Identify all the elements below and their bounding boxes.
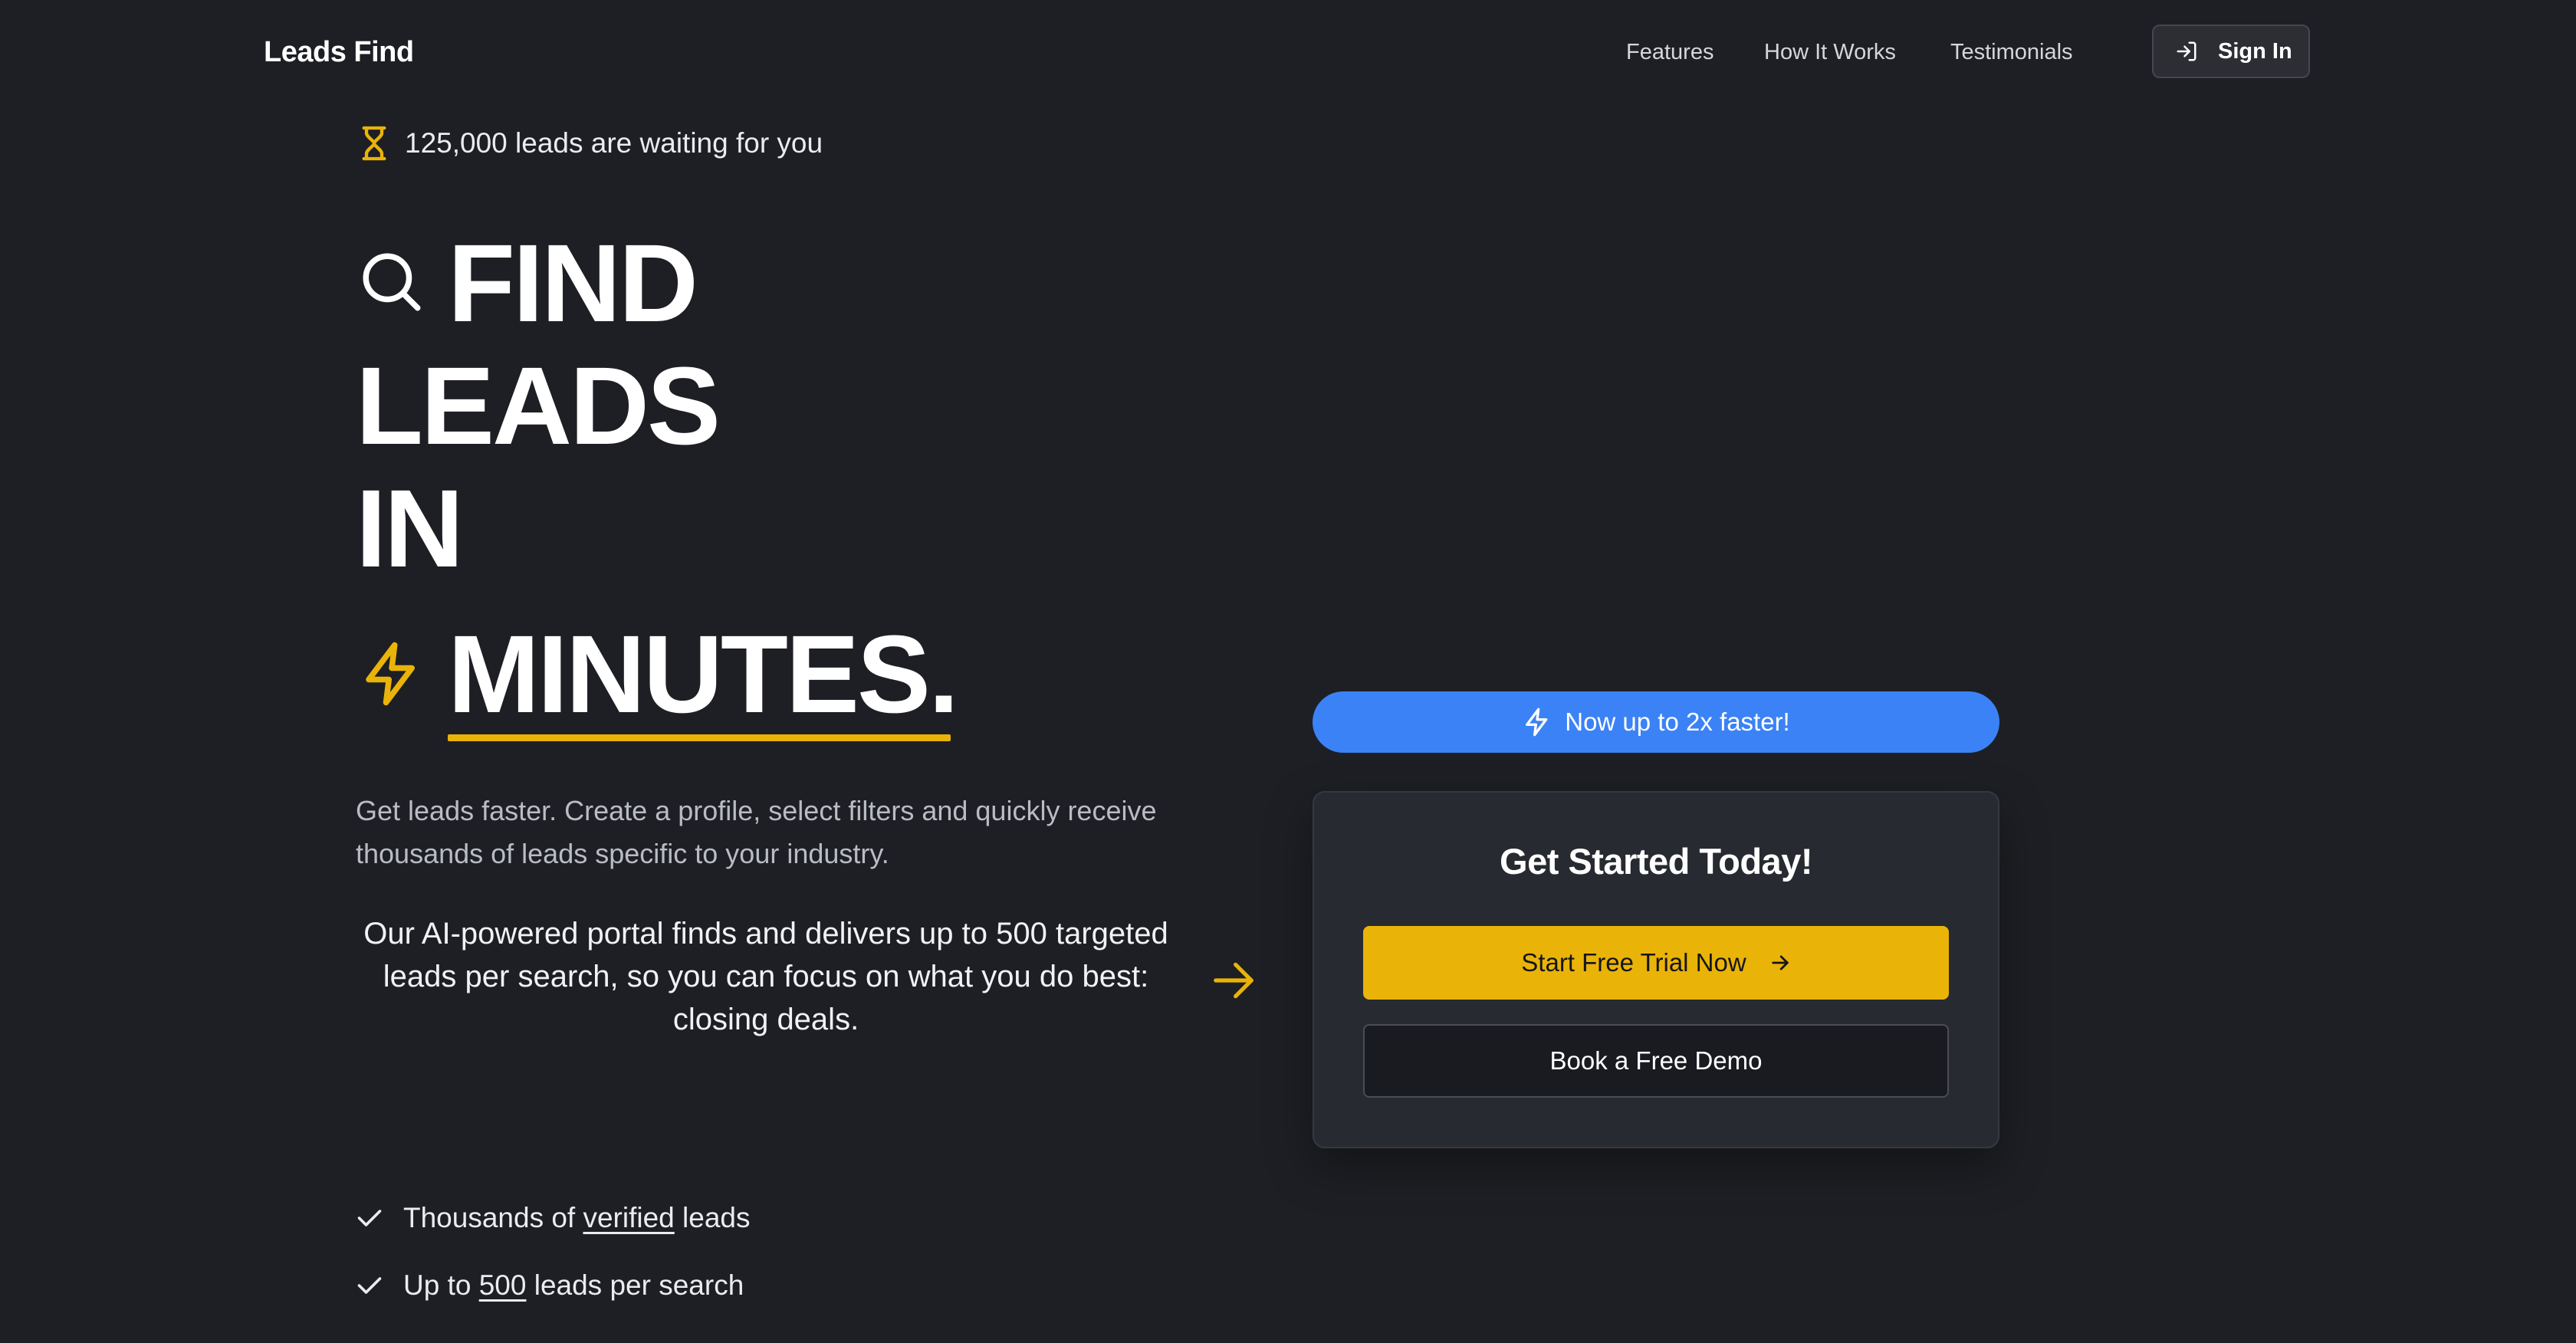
- nav-link-testimonials[interactable]: Testimonials: [1950, 34, 2073, 71]
- pill-text: Now up to 2x faster!: [1565, 708, 1790, 736]
- hourglass-icon: [359, 124, 389, 163]
- start-free-trial-label: Start Free Trial Now: [1521, 948, 1746, 977]
- nav-link-features[interactable]: Features: [1626, 34, 1714, 71]
- sign-in-label: Sign In: [2218, 38, 2292, 64]
- hero-subtext: Get leads faster. Create a profile, sele…: [356, 795, 1157, 869]
- headline-word-leads: LEADS: [356, 344, 721, 468]
- brand-logo[interactable]: Leads Find: [264, 29, 414, 75]
- speed-announcement-pill[interactable]: Now up to 2x faster!: [1313, 691, 1999, 753]
- headline-word-minutes: MINUTES.: [448, 612, 959, 736]
- headline-word-find: FIND: [448, 222, 698, 345]
- feature-text: Thousands of verified leads: [403, 1202, 751, 1233]
- feature-item-verified: Thousands of verified leads: [356, 1202, 751, 1234]
- book-demo-label: Book a Free Demo: [1549, 1046, 1763, 1075]
- book-demo-button[interactable]: Book a Free Demo: [1363, 1024, 1949, 1098]
- sign-in-button[interactable]: Sign In: [2152, 25, 2310, 78]
- landing-page: Leads Find Features How It Works Testimo…: [0, 0, 2576, 1343]
- card-title: Get Started Today!: [1500, 841, 1812, 882]
- feature-highlight: 500: [478, 1269, 527, 1301]
- check-icon: [356, 1272, 383, 1299]
- ai-description: Our AI-powered portal finds and delivers…: [363, 917, 1168, 1036]
- start-free-trial-button[interactable]: Start Free Trial Now: [1363, 926, 1949, 1000]
- headline-word-in: IN: [356, 467, 464, 590]
- headline-underline: [448, 734, 951, 741]
- feature-highlight: verified: [583, 1202, 675, 1233]
- feature-text: Up to 500 leads per search: [403, 1269, 744, 1301]
- sign-in-icon: [2175, 40, 2198, 63]
- lightning-icon: [1522, 707, 1552, 737]
- lightning-icon: [357, 638, 426, 710]
- get-started-card: Get Started Today! Start Free Trial Now …: [1313, 791, 1999, 1148]
- search-icon: [357, 247, 426, 317]
- feature-item-per-search: Up to 500 leads per search: [356, 1269, 744, 1302]
- nav-link-how-it-works[interactable]: How It Works: [1764, 34, 1896, 71]
- badge-text: 125,000 leads are waiting for you: [405, 127, 823, 159]
- check-icon: [356, 1204, 383, 1232]
- arrow-right-icon: [1210, 957, 1257, 1004]
- leads-waiting-badge: 125,000 leads are waiting for you: [359, 124, 823, 163]
- arrow-right-icon: [1769, 952, 1791, 974]
